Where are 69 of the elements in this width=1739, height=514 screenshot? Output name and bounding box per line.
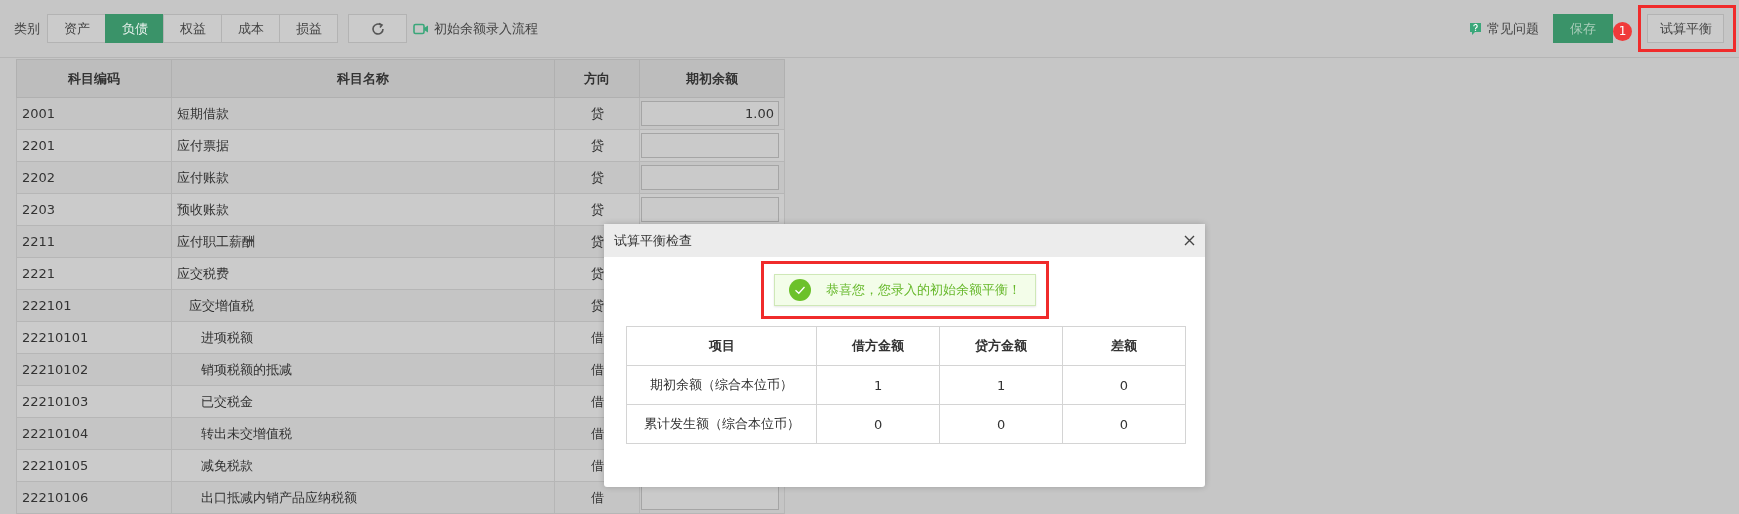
table-cell: 转出未交增值税 bbox=[171, 417, 555, 450]
category-tab[interactable]: 损益 bbox=[279, 14, 338, 43]
table-cell: 22210104 bbox=[16, 417, 172, 450]
table-cell: 贷 bbox=[554, 97, 640, 130]
table-cell: 应交税费 bbox=[171, 257, 555, 290]
table-cell: 已交税金 bbox=[171, 385, 555, 418]
table-cell: 期初余额（综合本位币） bbox=[626, 365, 817, 405]
table-cell: 0 bbox=[816, 404, 940, 444]
table-cell: 进项税额 bbox=[171, 321, 555, 354]
table-cell: 22210105 bbox=[16, 449, 172, 482]
video-camera-icon bbox=[413, 22, 429, 35]
close-icon bbox=[1184, 235, 1195, 246]
table-cell: 22210103 bbox=[16, 385, 172, 418]
table-cell: 2001 bbox=[16, 97, 172, 130]
table-cell: 0 bbox=[939, 404, 1063, 444]
message-text: 恭喜您，您录入的初始余额平衡！ bbox=[825, 281, 1021, 299]
table-cell: 22210102 bbox=[16, 353, 172, 386]
table-cell: 短期借款 bbox=[171, 97, 555, 130]
table-cell: 贷 bbox=[554, 129, 640, 162]
column-header: 方向 bbox=[554, 59, 640, 98]
table-cell: 0 bbox=[1062, 404, 1186, 444]
notification-badge: 1 bbox=[1613, 22, 1632, 41]
refresh-button[interactable] bbox=[348, 14, 407, 43]
table-cell: 累计发生额（综合本位币） bbox=[626, 404, 817, 444]
close-button[interactable] bbox=[1184, 235, 1195, 246]
table-cell: 2201 bbox=[16, 129, 172, 162]
category-tab[interactable]: 资产 bbox=[47, 14, 106, 43]
refresh-icon bbox=[369, 20, 386, 37]
table-cell: 减免税款 bbox=[171, 449, 555, 482]
amount-field[interactable] bbox=[641, 133, 779, 158]
table-cell: 2211 bbox=[16, 225, 172, 258]
column-header: 科目编码 bbox=[16, 59, 172, 98]
table-cell: 预收账款 bbox=[171, 193, 555, 226]
category-tab[interactable]: 权益 bbox=[163, 14, 222, 43]
table-cell: 22210101 bbox=[16, 321, 172, 354]
amount-field[interactable] bbox=[641, 197, 779, 222]
category-label: 类别 bbox=[14, 19, 40, 38]
table-cell: 出口抵减内销产品应纳税额 bbox=[171, 481, 555, 514]
table-cell: 1 bbox=[816, 365, 940, 405]
column-header: 差额 bbox=[1062, 326, 1186, 366]
table-cell: 应付票据 bbox=[171, 129, 555, 162]
table-cell: 2221 bbox=[16, 257, 172, 290]
category-tab[interactable]: 负债 bbox=[105, 14, 164, 43]
table-cell: 2202 bbox=[16, 161, 172, 194]
table-cell: 2203 bbox=[16, 193, 172, 226]
table-cell: 应付职工薪酬 bbox=[171, 225, 555, 258]
column-header: 期初余额 bbox=[639, 59, 785, 98]
table-cell: 1 bbox=[939, 365, 1063, 405]
table-cell: 应交增值税 bbox=[171, 289, 555, 322]
amount-field[interactable]: 1.00 bbox=[641, 101, 779, 126]
column-header: 项目 bbox=[626, 326, 817, 366]
column-header: 科目名称 bbox=[171, 59, 555, 98]
table-cell: 贷 bbox=[554, 161, 640, 194]
check-icon bbox=[788, 279, 811, 301]
amount-field[interactable] bbox=[641, 165, 779, 190]
table-cell: 0 bbox=[1062, 365, 1186, 405]
column-header: 借方金额 bbox=[816, 326, 940, 366]
category-tab[interactable]: 成本 bbox=[221, 14, 280, 43]
table-cell: 应付账款 bbox=[171, 161, 555, 194]
amount-field[interactable] bbox=[641, 485, 779, 510]
table-cell: 222101 bbox=[16, 289, 172, 322]
table-cell: 22210106 bbox=[16, 481, 172, 514]
process-video-link[interactable]: 初始余额录入流程 bbox=[413, 19, 538, 38]
trial-balance-button[interactable]: 试算平衡 bbox=[1647, 14, 1724, 43]
table-cell: 销项税额的抵减 bbox=[171, 353, 555, 386]
table-cell: 贷 bbox=[554, 193, 640, 226]
faq-link[interactable]: 常见问题 bbox=[1469, 19, 1539, 38]
help-icon bbox=[1469, 21, 1482, 36]
column-header: 贷方金额 bbox=[939, 326, 1063, 366]
